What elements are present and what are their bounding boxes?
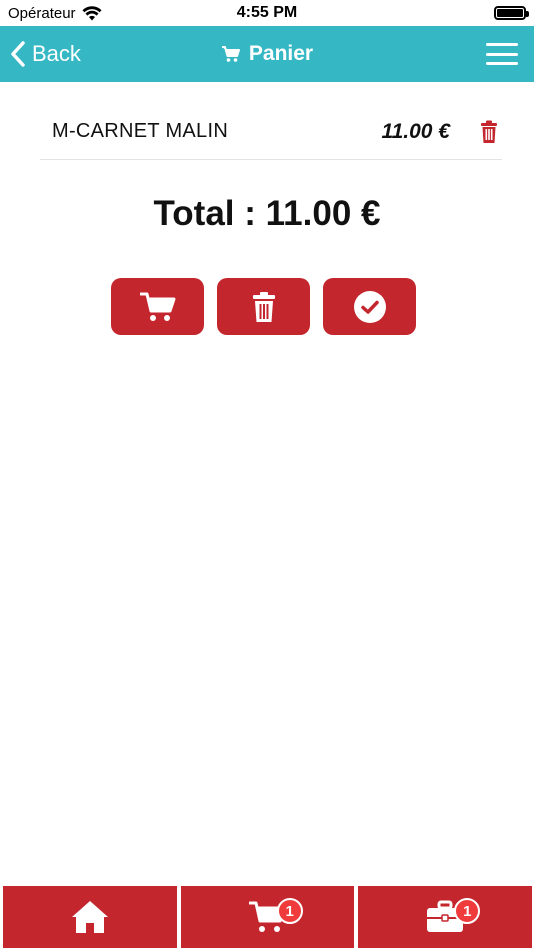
action-buttons bbox=[111, 278, 416, 335]
cart-total: Total : 11.00 € bbox=[153, 194, 381, 233]
continue-shopping-button[interactable] bbox=[111, 278, 204, 335]
navbar: Back Panier bbox=[0, 26, 534, 82]
menu-line-icon bbox=[486, 43, 518, 46]
status-left: Opérateur bbox=[8, 5, 102, 22]
hamburger-menu-button[interactable] bbox=[486, 43, 518, 65]
cart-icon bbox=[221, 46, 240, 62]
tab-home[interactable] bbox=[3, 886, 177, 948]
wifi-icon bbox=[82, 5, 102, 20]
check-circle-icon bbox=[353, 290, 386, 323]
tab-cart[interactable]: 1 bbox=[180, 886, 355, 948]
trash-icon bbox=[252, 291, 275, 322]
delete-item-trash-icon[interactable] bbox=[480, 120, 498, 144]
tab-briefcase[interactable]: 1 bbox=[358, 886, 533, 948]
cart-icon bbox=[139, 292, 175, 321]
validate-order-button[interactable] bbox=[323, 278, 416, 335]
briefcase-count-badge: 1 bbox=[454, 898, 481, 924]
cart-count-badge: 1 bbox=[276, 898, 303, 924]
cart-item-name: M-CARNET MALIN bbox=[52, 120, 229, 142]
back-button[interactable]: Back bbox=[10, 26, 81, 82]
empty-cart-button[interactable] bbox=[217, 278, 310, 335]
menu-line-icon bbox=[486, 62, 518, 65]
battery-fill bbox=[497, 9, 523, 17]
page-title: Panier bbox=[248, 42, 314, 65]
bottom-tab-bar: 1 1 bbox=[0, 886, 534, 950]
battery-icon bbox=[494, 6, 529, 20]
status-bar: Opérateur 4:55 PM bbox=[0, 0, 534, 26]
carrier-label: Opérateur bbox=[8, 4, 76, 22]
back-label: Back bbox=[32, 41, 81, 66]
home-icon bbox=[71, 901, 108, 933]
menu-line-icon bbox=[486, 52, 518, 56]
chevron-left-icon bbox=[11, 41, 25, 67]
cart-item-price: 11.00 € bbox=[381, 119, 450, 143]
cart-item-row: M-CARNET MALIN 11.00 € bbox=[40, 104, 502, 160]
